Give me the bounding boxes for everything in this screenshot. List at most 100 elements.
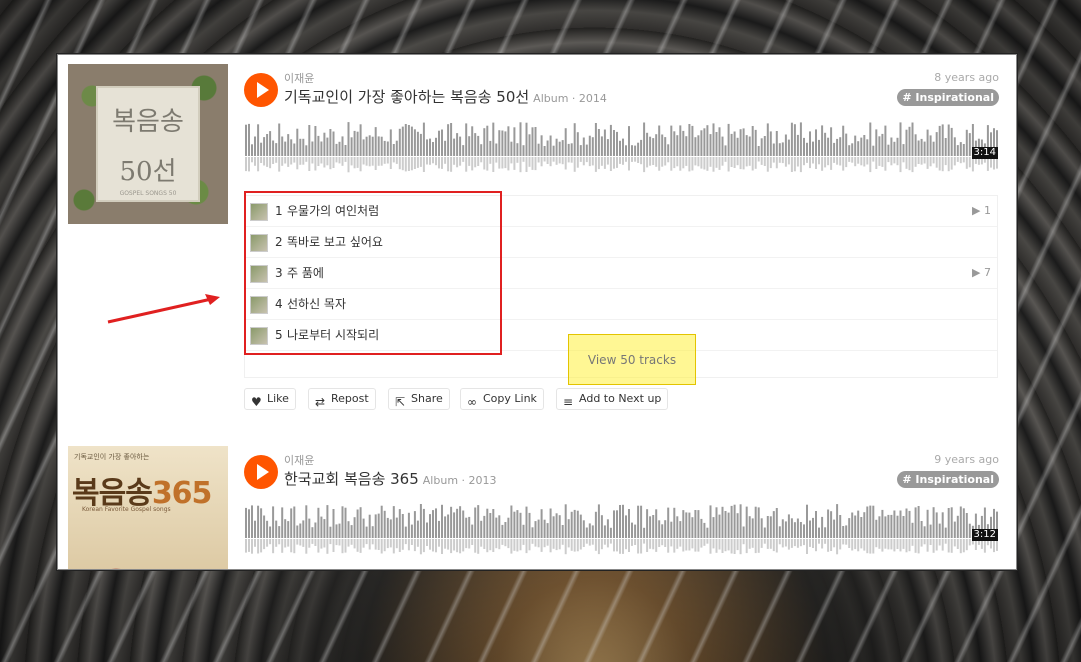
waveform-reflection [248,157,250,172]
waveform-bar [401,126,404,156]
waveform-svg[interactable] [245,120,999,176]
waveform-bar [682,510,685,538]
waveform-bar [507,126,510,156]
waveform-reflection [456,157,459,168]
genre-tag[interactable]: # Inspirational [897,89,999,106]
artist-name[interactable]: 이재윤 [284,70,314,86]
waveform-bar [278,123,281,156]
waveform-bar [383,510,386,538]
waveform-bar [591,137,594,156]
waveform-bar [628,509,630,538]
waveform-bar [510,141,513,156]
waveform-reflection [389,539,392,548]
album-cover[interactable]: 기독교인이 가장 좋아하는 복음송365 Korean Favorite Gos… [68,446,228,569]
waveform-bar [281,507,284,538]
waveform-bar [688,512,691,538]
waveform-reflection [594,157,597,172]
waveform-reflection [444,157,447,164]
waveform-reflection [284,157,287,164]
waveform-bar [585,144,588,156]
waveform-reflection [474,539,477,553]
waveform-bar [818,527,820,538]
waveform-bar [398,128,401,156]
copy-link-button[interactable]: ∞ Copy Link [460,388,544,410]
waveform-reflection [628,539,630,552]
waveform-reflection [938,157,941,171]
album-title-text[interactable]: 기독교인이 가장 좋아하는 복음송 50선 [284,88,529,106]
waveform-reflection [257,157,260,172]
waveform-reflection [435,539,437,553]
waveform-reflection [848,157,851,162]
genre-tag[interactable]: # Inspirational [897,471,999,488]
waveform-bar [404,526,407,538]
waveform-bar [459,136,462,156]
like-label: Like [267,392,289,405]
play-button[interactable] [244,455,278,489]
waveform-reflection [332,157,335,168]
waveform-reflection [320,157,323,164]
album-title[interactable]: 한국교회 복음송 365 Album · 2013 [284,468,497,489]
view-all-tracks-link[interactable]: View 50 tracks [568,334,696,385]
waveform-bar [787,514,790,538]
waveform[interactable] [245,502,999,558]
waveform-bar [827,137,830,156]
waveform-reflection [631,157,633,162]
waveform-reflection [622,157,624,165]
waveform-bar [516,143,519,156]
waveform-bar [712,123,715,156]
artist-name[interactable]: 이재윤 [284,452,314,468]
album-title-text[interactable]: 한국교회 복음송 365 [284,470,419,488]
waveform-bar [429,138,431,156]
waveform-reflection [824,157,827,168]
share-button[interactable]: ⇱ Share [388,388,450,410]
waveform-reflection [745,539,748,554]
waveform-reflection [450,157,453,172]
waveform-reflection [953,539,956,547]
waveform-reflection [631,539,633,546]
waveform-bar [525,122,528,156]
waveform-bar [923,141,926,156]
waveform-reflection [570,157,573,163]
waveform-reflection [658,157,661,171]
like-button[interactable]: ♥ Like [244,388,296,410]
waveform-reflection [986,157,989,171]
waveform-bar [806,504,808,538]
waveform-bar [866,139,869,156]
waveform-bar [447,514,450,538]
waveform-reflection [377,157,380,166]
waveform-reflection [941,157,944,172]
waveform-reflection [706,157,709,171]
waveform-reflection [784,539,787,547]
waveform-bar [812,517,814,538]
waveform-reflection [416,539,419,547]
waveform-bar [365,526,368,538]
album-title[interactable]: 기독교인이 가장 좋아하는 복음송 50선 Album · 2014 [284,86,607,107]
waveform-bar [543,519,546,538]
waveform-reflection [386,539,389,549]
waveform-reflection [281,539,284,553]
waveform-reflection [959,157,962,164]
waveform-reflection [724,157,727,162]
waveform-reflection [260,157,263,163]
waveform-bar [326,505,329,538]
waveform-reflection [905,539,908,553]
play-button[interactable] [244,73,278,107]
repost-button[interactable]: ⇄ Repost [308,388,376,410]
album-cover[interactable]: 복음송 50선 GOSPEL SONGS 50 [68,64,228,224]
waveform-reflection [528,539,531,551]
waveform-reflection [803,157,805,166]
waveform-reflection [619,539,621,554]
waveform-bar [911,122,914,156]
add-to-next-up-button[interactable]: ≡ Add to Next up [556,388,669,410]
waveform-reflection [359,157,362,172]
waveform-svg[interactable] [245,502,999,558]
waveform-bar [395,517,398,538]
waveform-reflection [495,157,498,163]
waveform-bar [435,508,437,538]
waveform-bar [640,505,643,538]
waveform-bar [881,133,884,156]
waveform-bar [570,511,573,538]
waveform[interactable] [245,120,999,176]
waveform-bar [899,122,902,156]
waveform-bar [272,140,275,156]
